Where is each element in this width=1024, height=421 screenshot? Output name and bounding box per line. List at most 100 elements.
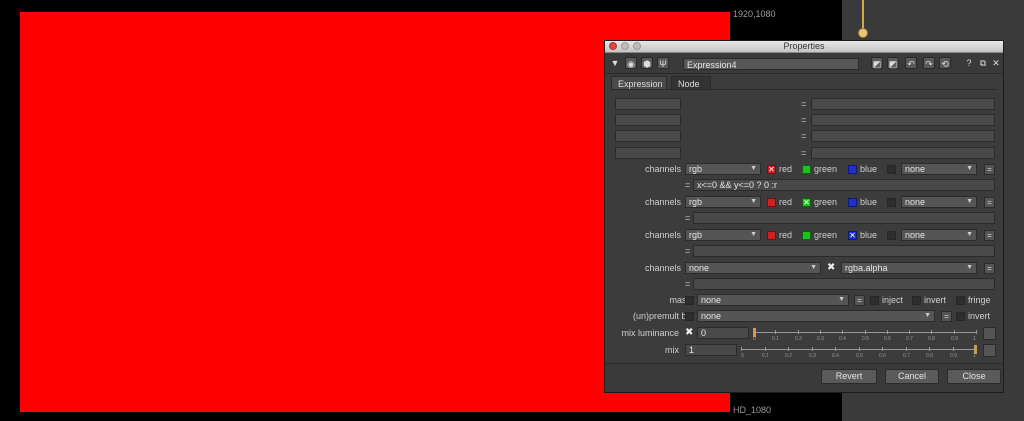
mask-dropdown-value: none xyxy=(701,295,722,305)
channels-label-4: channels xyxy=(644,263,681,273)
tab-node[interactable]: Node xyxy=(671,76,711,90)
channels-label-2: channels xyxy=(644,197,681,207)
mix-slider-tick xyxy=(812,347,813,351)
mix-luminance-slider-tick xyxy=(775,330,776,334)
mix-luminance-checkbox[interactable]: ✖ xyxy=(685,327,693,339)
help-icon[interactable]: ? xyxy=(963,57,975,69)
mix-luminance-curve-icon[interactable] xyxy=(983,327,996,340)
expr-field-4[interactable] xyxy=(693,278,995,290)
mix-slider-tick xyxy=(953,347,954,351)
fourth-channel-checkbox-2[interactable] xyxy=(887,198,896,207)
red-checkbox-1[interactable]: ✕ xyxy=(767,165,776,174)
close-button[interactable]: Close xyxy=(947,369,1001,384)
mix-luminance-slider[interactable]: 0 0.1 0.2 0.3 0.4 0.5 0.6 0.7 0.8 0.9 1 xyxy=(753,328,977,346)
mask-dropdown[interactable]: none ▼ xyxy=(697,294,849,306)
mix-luminance-field[interactable]: 0 xyxy=(697,327,749,339)
channels-dropdown-2[interactable]: rgb ▼ xyxy=(685,196,761,208)
fourth-channel-dropdown-2-value: none xyxy=(905,197,926,207)
green-label-1: green xyxy=(814,164,838,174)
channels-label-3: channels xyxy=(644,230,681,240)
inject-checkbox[interactable] xyxy=(870,296,879,305)
temp-expr-field-1[interactable] xyxy=(811,98,995,110)
red-label-1: red xyxy=(779,164,793,174)
green-checkbox-2[interactable]: ✕ xyxy=(802,198,811,207)
close-icon[interactable]: ✕ xyxy=(990,57,1002,69)
mask-checkbox[interactable] xyxy=(685,296,694,305)
float-icon[interactable]: ⧉ xyxy=(977,57,989,69)
node-dot-icon[interactable] xyxy=(858,28,868,38)
temp-name-field-1[interactable] xyxy=(615,98,681,110)
color-swatch-1-icon[interactable]: ◩ xyxy=(871,57,883,69)
expr-field-2[interactable] xyxy=(693,212,995,224)
mix-luminance-slider-tick xyxy=(842,330,843,334)
blue-checkbox-3[interactable]: ✕ xyxy=(848,231,857,240)
mix-slider[interactable]: 0 0.1 0.2 0.3 0.4 0.5 0.6 0.7 0.8 0.9 1 xyxy=(741,345,977,363)
mix-luminance-slider-tick xyxy=(798,330,799,334)
channels-dropdown-4-value: none xyxy=(689,263,710,273)
expr-field-3[interactable] xyxy=(693,245,995,257)
blue-label-2: blue xyxy=(860,197,878,207)
properties-panel: Properties ▼ ◉ ⬢ Ψ Expression4 ◩ ◩ ↶ ↷ ⟲… xyxy=(604,40,1004,393)
mask-invert-label: invert xyxy=(924,295,947,305)
mix-slider-tick-label: 0.8 xyxy=(926,353,933,359)
unpremult-checkbox[interactable] xyxy=(685,312,694,321)
mix-slider-tick xyxy=(929,347,930,351)
color-swatch-2-icon[interactable]: ◩ xyxy=(887,57,899,69)
node-color-icon[interactable]: ◉ xyxy=(625,57,637,69)
channels-dropdown-1[interactable]: rgb ▼ xyxy=(685,163,761,175)
mix-luminance-slider-tick-label: 0.1 xyxy=(772,336,779,342)
fourth-channel-dropdown-3[interactable]: none ▼ xyxy=(901,229,977,241)
temp-name-field-2[interactable] xyxy=(615,114,681,126)
green-checkbox-3[interactable] xyxy=(802,231,811,240)
fourth-channel-dropdown-2[interactable]: none ▼ xyxy=(901,196,977,208)
fringe-checkbox[interactable] xyxy=(956,296,965,305)
tab-expression[interactable]: Expression xyxy=(611,76,667,90)
channels-dropdown-4[interactable]: none ▼ xyxy=(685,262,821,274)
expr-field-1[interactable]: x<=0 && y<=0 ? 0 :r xyxy=(693,179,995,191)
link-button-2[interactable]: = xyxy=(984,197,995,208)
temp-name-field-4[interactable] xyxy=(615,147,681,159)
mix-label: mix xyxy=(665,345,679,355)
collapse-arrow-icon[interactable]: ▼ xyxy=(609,57,621,69)
fourth-channel-dropdown-1[interactable]: none ▼ xyxy=(901,163,977,175)
mask-invert-checkbox[interactable] xyxy=(912,296,921,305)
unpremult-invert-checkbox[interactable] xyxy=(956,312,965,321)
node-name-field[interactable]: Expression4 xyxy=(683,58,859,70)
revert-button[interactable]: Revert xyxy=(821,369,877,384)
mask-link-button[interactable]: = xyxy=(854,295,865,306)
mix-slider-tick xyxy=(882,347,883,351)
link-button-1[interactable]: = xyxy=(984,164,995,175)
temp-expr-field-4[interactable] xyxy=(811,147,995,159)
unpremult-dropdown[interactable]: none ▼ xyxy=(697,310,935,322)
mix-field[interactable]: 1 xyxy=(685,344,737,356)
fourth-channel-checkbox-3[interactable] xyxy=(887,231,896,240)
expression-content: = = = = channels rgb ▼ ✕ red green blue n… xyxy=(611,89,997,362)
fourth-channel-checkbox-1[interactable] xyxy=(887,165,896,174)
revert-icon[interactable]: ⟲ xyxy=(939,57,951,69)
alpha-channel-dropdown-value: rgba.alpha xyxy=(845,263,888,273)
mix-slider-handle[interactable] xyxy=(974,345,977,354)
mix-luminance-slider-handle[interactable] xyxy=(753,328,756,337)
wrench-icon[interactable]: Ψ xyxy=(657,57,669,69)
mix-curve-icon[interactable] xyxy=(983,344,996,357)
node-group-icon[interactable]: ⬢ xyxy=(641,57,653,69)
blue-checkbox-2[interactable] xyxy=(848,198,857,207)
link-button-4[interactable]: = xyxy=(984,263,995,274)
channels-dropdown-3[interactable]: rgb ▼ xyxy=(685,229,761,241)
cancel-button[interactable]: Cancel xyxy=(885,369,939,384)
temp-name-field-3[interactable] xyxy=(615,130,681,142)
blue-checkbox-1[interactable] xyxy=(848,165,857,174)
link-button-3[interactable]: = xyxy=(984,230,995,241)
mix-slider-tick xyxy=(906,347,907,351)
red-checkbox-2[interactable] xyxy=(767,198,776,207)
undo-icon[interactable]: ↶ xyxy=(905,57,917,69)
title-bar[interactable]: Properties xyxy=(605,41,1003,53)
unpremult-link-button[interactable]: = xyxy=(941,311,952,322)
green-checkbox-1[interactable] xyxy=(802,165,811,174)
alpha-channel-dropdown[interactable]: rgba.alpha ▼ xyxy=(841,262,977,274)
redo-icon[interactable]: ↷ xyxy=(923,57,935,69)
red-checkbox-3[interactable] xyxy=(767,231,776,240)
temp-expr-field-2[interactable] xyxy=(811,114,995,126)
temp-expr-field-3[interactable] xyxy=(811,130,995,142)
alpha-checkbox[interactable]: ✖ xyxy=(827,262,835,274)
